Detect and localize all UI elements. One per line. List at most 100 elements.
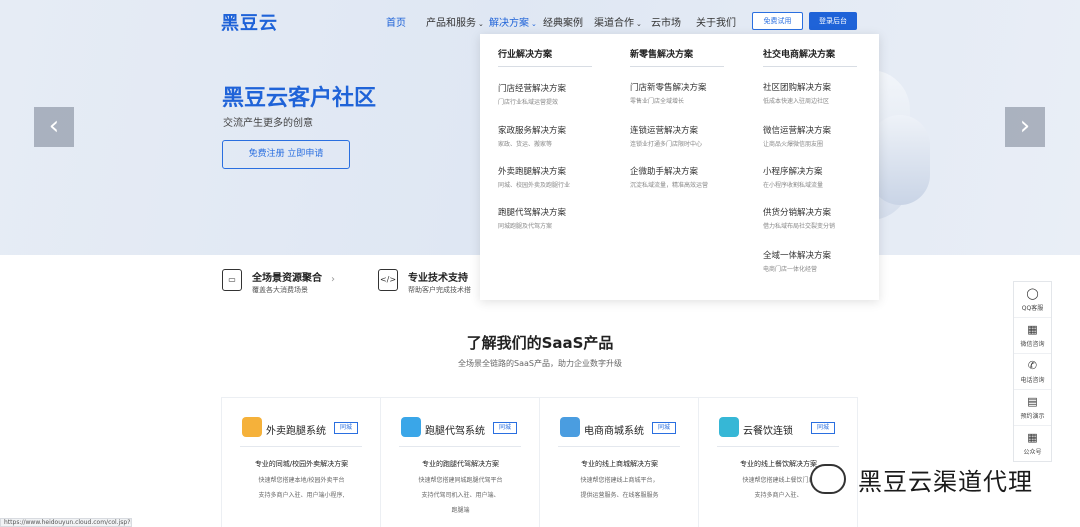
section-subtitle: 全场景全链路的SaaS产品，助力企业数字升级 bbox=[458, 359, 622, 368]
dropdown-item[interactable]: 企微助手解决方案 沉淀私域流量，精准高效运营 bbox=[630, 165, 708, 189]
side-demo[interactable]: ▤ 预约演示 bbox=[1014, 390, 1051, 426]
card-headline: 专业的同城/校园外卖解决方案 bbox=[254, 460, 349, 468]
item-desc: 零售业门店全域增长 bbox=[630, 98, 685, 105]
side-label: 公众号 bbox=[1023, 449, 1042, 456]
card-headline: 专业的跑腿代驾解决方案 bbox=[422, 460, 499, 468]
stack-icon: ▭ bbox=[222, 269, 242, 291]
free-trial-button[interactable]: 免费试用 bbox=[752, 12, 803, 30]
card-tag: 同城 bbox=[493, 422, 517, 434]
card-desc: 提供运营服务、在线客服服务 bbox=[580, 492, 659, 499]
chevron-down-icon: ⌄ bbox=[636, 20, 642, 28]
product-card-catering[interactable]: 云餐饮连锁 同城 专业的线上餐饮解决方案 快速帮您搭建线上餐饮门店 支持多商户入… bbox=[699, 398, 858, 527]
card-desc: 支持代驾司机入驻、用户端、 bbox=[421, 492, 500, 499]
side-wechat[interactable]: ▦ 微信咨询 bbox=[1014, 318, 1051, 354]
card-desc: 跑腿端 bbox=[451, 507, 470, 514]
item-title: 跑腿代驾解决方案 bbox=[498, 208, 567, 218]
nav-label: 首页 bbox=[386, 18, 406, 29]
dropdown-item[interactable]: 跑腿代驾解决方案 同城跑腿及代驾方案 bbox=[498, 206, 566, 230]
login-button[interactable]: 登录后台 bbox=[809, 12, 857, 30]
wechat-logo-icon bbox=[810, 464, 846, 494]
item-desc: 同城、校园外卖及跑腿行业 bbox=[498, 182, 571, 189]
status-url: https://www.heidouyun.cloud.com/col.jsp?… bbox=[0, 518, 132, 527]
card-name: 电商商城系统 bbox=[584, 426, 644, 437]
dropdown-item[interactable]: 门店经营解决方案 门店行业私域运营提效 bbox=[498, 82, 566, 106]
product-cards: 外卖跑腿系统 同城 专业的同城/校园外卖解决方案 快速帮您搭建本地/校园外卖平台… bbox=[221, 397, 858, 527]
item-desc: 在小程序收割私域流量 bbox=[763, 182, 824, 189]
item-desc: 连锁业打通多门店限时中心 bbox=[630, 141, 703, 148]
watermark-text: 黑豆云渠道代理 bbox=[858, 468, 1033, 496]
nav-label: 解决方案 bbox=[489, 18, 529, 29]
feature-item[interactable]: ▭ 全场景资源聚合 覆盖各大消费场景 bbox=[222, 267, 342, 297]
dropdown-item[interactable]: 小程序解决方案 在小程序收割私域流量 bbox=[763, 165, 823, 189]
dropdown-column-heading: 新零售解决方案 bbox=[630, 50, 694, 60]
card-desc: 快速帮您搭建本地/校园外卖平台 bbox=[258, 477, 345, 484]
hero-subtitle: 交流产生更多的创意 bbox=[223, 118, 313, 129]
nav-item-about[interactable]: 关于我们 bbox=[696, 14, 736, 29]
qq-icon: ◯ bbox=[1026, 287, 1039, 300]
chevron-down-icon: ⌄ bbox=[531, 20, 537, 28]
feature-title: 专业技术支持 bbox=[408, 273, 468, 284]
side-phone[interactable]: ✆ 电话咨询 bbox=[1014, 354, 1051, 390]
product-card-mall[interactable]: 电商商城系统 同城 专业的线上商城解决方案 快速帮您搭建线上商城平台， 提供运营… bbox=[540, 398, 699, 527]
solutions-dropdown-menu: 行业解决方案 门店经营解决方案 门店行业私域运营提效 家政服务解决方案 家政、货运、… bbox=[480, 34, 879, 300]
nav-item-market[interactable]: 云市场 bbox=[651, 14, 681, 29]
nav-item-channels[interactable]: 渠道合作 ⌄ bbox=[594, 14, 642, 29]
item-title: 连锁运营解决方案 bbox=[630, 126, 699, 136]
chevron-right-icon[interactable]: › bbox=[331, 274, 335, 285]
dropdown-column-heading: 行业解决方案 bbox=[498, 50, 553, 60]
nav-item-products[interactable]: 产品和服务 ⌄ bbox=[426, 14, 484, 29]
card-tag: 同城 bbox=[334, 422, 358, 434]
item-desc: 沉淀私域流量，精准高效运营 bbox=[630, 182, 709, 189]
dropdown-item[interactable]: 微信运营解决方案 让商品火爆微信朋友圈 bbox=[763, 124, 831, 148]
item-desc: 家政、货运、搬家等 bbox=[498, 141, 553, 148]
nav-item-solutions[interactable]: 解决方案 ⌄ bbox=[489, 14, 537, 29]
product-card-errand[interactable]: 跑腿代驾系统 同城 专业的跑腿代驾解决方案 快速帮您搭建同城跑腿代驾平台 支持代… bbox=[381, 398, 540, 527]
dish-icon bbox=[719, 417, 739, 437]
wechat-icon: ▦ bbox=[1027, 323, 1038, 336]
product-card-takeaway[interactable]: 外卖跑腿系统 同城 专业的同城/校园外卖解决方案 快速帮您搭建本地/校园外卖平台… bbox=[222, 398, 381, 527]
card-tag: 同城 bbox=[652, 422, 676, 434]
item-title: 门店新零售解决方案 bbox=[630, 83, 707, 93]
card-headline: 专业的线上商城解决方案 bbox=[581, 460, 658, 468]
item-title: 全域一体解决方案 bbox=[763, 251, 832, 261]
carousel-prev-button[interactable]: ‹ bbox=[34, 107, 74, 147]
item-title: 外卖跑腿解决方案 bbox=[498, 167, 567, 177]
dropdown-item[interactable]: 供货分销解决方案 借力私域布局社交裂变分销 bbox=[763, 206, 835, 230]
item-title: 门店经营解决方案 bbox=[498, 84, 567, 94]
nav-label: 渠道合作 bbox=[594, 18, 634, 29]
dropdown-item[interactable]: 连锁运营解决方案 连锁业打通多门店限时中心 bbox=[630, 124, 702, 148]
dropdown-item[interactable]: 家政服务解决方案 家政、货运、搬家等 bbox=[498, 124, 566, 148]
nav-item-cases[interactable]: 经典案例 bbox=[543, 14, 583, 29]
feature-item[interactable]: </> 专业技术支持 帮助客户完成技术搭 bbox=[378, 267, 488, 297]
logo[interactable]: 黑豆云 bbox=[221, 9, 278, 35]
chevron-down-icon: ⌄ bbox=[478, 20, 484, 28]
divider bbox=[558, 446, 680, 447]
dropdown-item[interactable]: 外卖跑腿解决方案 同城、校园外卖及跑腿行业 bbox=[498, 165, 570, 189]
side-qq[interactable]: ◯ QQ客服 bbox=[1014, 282, 1051, 318]
item-title: 微信运营解决方案 bbox=[763, 126, 832, 136]
dropdown-item[interactable]: 门店新零售解决方案 零售业门店全域增长 bbox=[630, 81, 707, 105]
dropdown-column-heading: 社交电商解决方案 bbox=[763, 50, 836, 60]
item-desc: 让商品火爆微信朋友圈 bbox=[763, 141, 824, 148]
hero-decoration bbox=[870, 115, 930, 205]
code-doc-icon: </> bbox=[378, 269, 398, 291]
carousel-next-button[interactable]: › bbox=[1005, 107, 1045, 147]
divider bbox=[498, 66, 592, 67]
item-title: 家政服务解决方案 bbox=[498, 126, 567, 136]
nav-label: 产品和服务 bbox=[426, 18, 476, 29]
card-name: 跑腿代驾系统 bbox=[425, 426, 485, 437]
card-desc: 支持多商户入驻、用户端小程序, bbox=[258, 492, 345, 499]
register-button[interactable]: 免费注册 立即申请 bbox=[222, 140, 350, 169]
item-title: 供货分销解决方案 bbox=[763, 208, 832, 218]
card-name: 外卖跑腿系统 bbox=[266, 426, 326, 437]
nav-item-home[interactable]: 首页 bbox=[386, 14, 406, 29]
runner-icon bbox=[401, 417, 421, 437]
doc-icon: ▤ bbox=[1027, 395, 1038, 408]
side-official-account[interactable]: ▦ 公众号 bbox=[1014, 426, 1051, 462]
item-desc: 借力私域布局社交裂变分销 bbox=[763, 223, 836, 230]
dropdown-item[interactable]: 社区团购解决方案 低成本快速入驻周边社区 bbox=[763, 81, 831, 105]
section-title: 了解我们的SaaS产品 bbox=[466, 334, 614, 352]
dropdown-item[interactable]: 全域一体解决方案 电商门店一体化经营 bbox=[763, 249, 831, 273]
cloud-icon bbox=[560, 417, 580, 437]
nav-label: 云市场 bbox=[651, 18, 681, 29]
